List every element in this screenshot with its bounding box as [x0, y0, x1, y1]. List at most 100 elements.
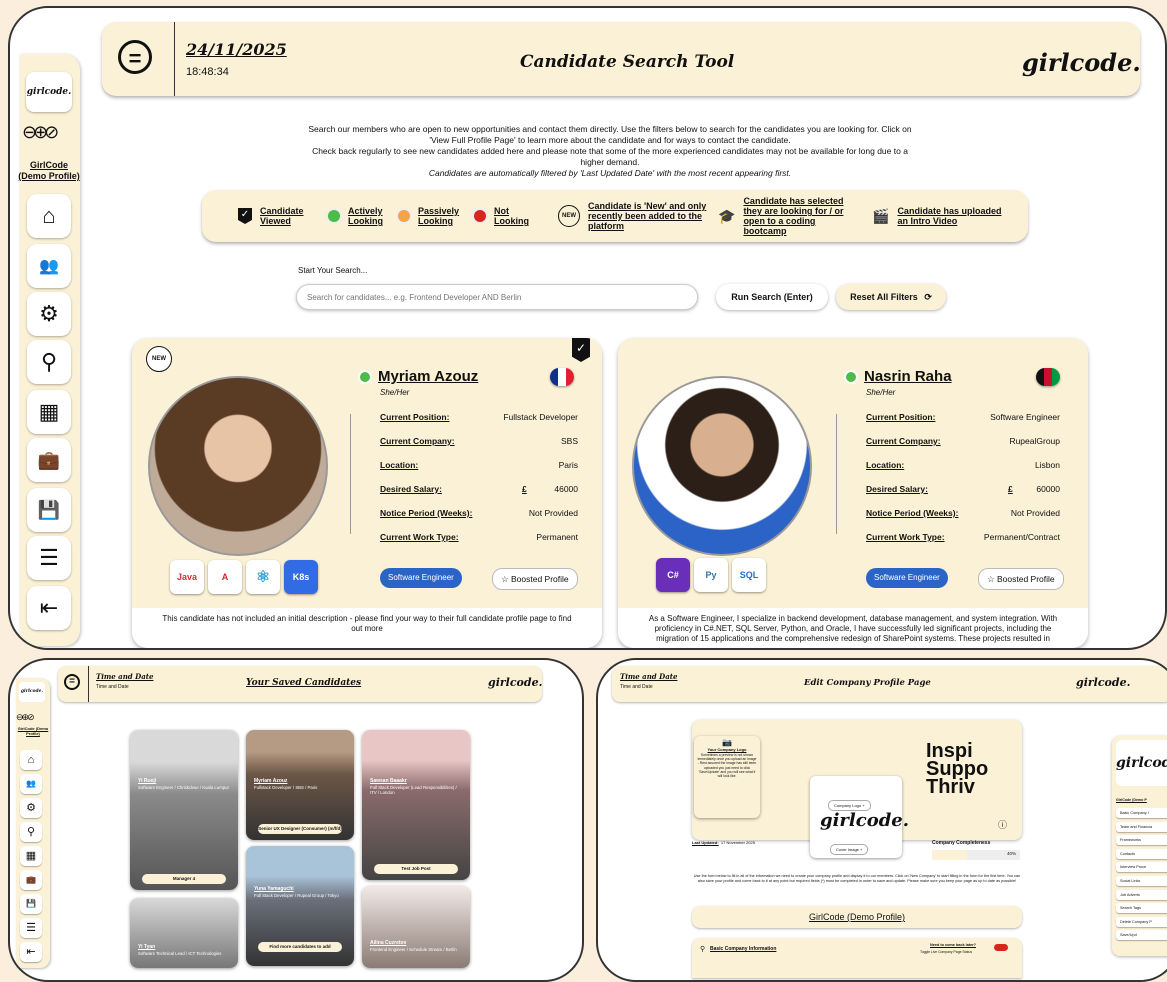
intro-note: Candidates are automatically filtered by…	[428, 168, 792, 178]
candidate-name[interactable]: Myriam Azouz	[378, 368, 478, 385]
calendar-icon[interactable]: ▦	[27, 390, 71, 434]
legend-viewed-label: Candidate Viewed	[260, 206, 304, 226]
camera-icon: 📷	[722, 738, 732, 747]
form-icon[interactable]: ☰	[27, 536, 71, 580]
edit-nav-item[interactable]: Interview Proce	[1116, 862, 1167, 873]
saved-candidate-tag[interactable]: Senior UX Designer (Consumer) (m/f/d)	[258, 824, 342, 834]
help-icon[interactable]: ⓘ	[998, 818, 1007, 831]
edit-nav-item[interactable]: Team and Financia	[1116, 821, 1167, 832]
edit-nav-profile[interactable]: GirlCode (Demo P	[1116, 798, 1147, 802]
reset-filters-label: Reset All Filters	[850, 292, 918, 302]
boosted-profile-button[interactable]: ☆ Boosted Profile	[978, 568, 1064, 590]
gear-icon[interactable]: ⚙	[20, 798, 42, 818]
home-icon[interactable]: ⌂	[27, 194, 71, 238]
company-logo-box[interactable]: 📷 Your Company Logo Sometimes a preview …	[694, 736, 760, 818]
form-icon[interactable]: ☰	[20, 918, 42, 938]
legend-new: NEW Candidate is 'New' and only recently…	[558, 190, 708, 242]
legend-video-label: Candidate has uploaded an Intro Video	[897, 206, 1002, 226]
save-icon[interactable]: 💾	[20, 894, 42, 914]
role-tag[interactable]: Software Engineer	[380, 568, 462, 588]
saved-candidate-name[interactable]: Sawsan Baaakr	[370, 778, 407, 784]
role-tag[interactable]: Software Engineer	[866, 568, 948, 588]
edit-nav-item[interactable]: Job Adverts	[1116, 889, 1167, 900]
saved-candidate-name[interactable]: Yi Rueji	[138, 778, 156, 784]
candidate-photo[interactable]	[148, 376, 328, 556]
menu-icon[interactable]: =	[64, 674, 80, 690]
card-divider	[350, 414, 351, 534]
candidate-photo[interactable]	[632, 376, 812, 556]
home-icon[interactable]: ⌂	[20, 750, 42, 770]
saved-candidate-card[interactable]: Myriam Azouz Fullstack Developer / SBS / …	[246, 730, 354, 840]
briefcase-icon[interactable]: 💼	[27, 438, 71, 482]
zoom-toggle-icon[interactable]: ⊖⊕⊘	[22, 122, 59, 143]
search-icon[interactable]: ⚲	[27, 340, 71, 384]
salary-value: 46000	[554, 484, 578, 494]
company-name-banner[interactable]: GirlCode (Demo Profile)	[692, 906, 1022, 928]
cover-image-button[interactable]: Cover Image +	[830, 844, 869, 855]
location-value: Paris	[558, 460, 578, 470]
menu-icon[interactable]: =	[118, 40, 152, 74]
logout-icon[interactable]: ⇤	[27, 586, 71, 630]
edit-nav-item[interactable]: Frameworks	[1116, 835, 1167, 846]
saved-candidate-card[interactable]: Yi Rueji Software Engineer / Chrisbdvue /…	[130, 730, 238, 890]
saved-candidate-card[interactable]: Yi Tyan Software Technical Lead / ICT Tec…	[130, 898, 238, 968]
saved-candidate-card[interactable]: Yuna Yamaguchi Full Stack Developer / Rup…	[246, 846, 354, 966]
edit-nav-item[interactable]: Contacts	[1116, 848, 1167, 859]
candidate-card[interactable]: Nasrin Raha She/Her Current Position: Sof…	[618, 338, 1088, 648]
saved-candidate-tag[interactable]: Test Job Post	[374, 864, 458, 874]
candidate-card[interactable]: NEW ✓ Myriam Azouz She/Her Current Posit…	[132, 338, 602, 648]
reset-filters-button[interactable]: Reset All Filters ⟳	[836, 284, 946, 310]
new-badge-icon: NEW	[146, 346, 172, 372]
brand-logo[interactable]: girlcode.	[1022, 48, 1141, 77]
saved-candidate-details: Software Technical Lead / ICT Technologi…	[138, 950, 222, 956]
saved-candidate-name[interactable]: Myriam Azouz	[254, 778, 287, 784]
edit-nav-item[interactable]: Save/Upd	[1116, 930, 1167, 941]
logo-preview: Company Logo + girlcode. Cover Image +	[810, 776, 909, 858]
saved-candidates-window: girlcode. ⊖⊕⊘ GirlCode (Demo Profile) ⌂ …	[8, 658, 584, 982]
boosted-label: Boosted Profile	[511, 574, 569, 584]
save-icon[interactable]: 💾	[27, 488, 71, 532]
edit-nav-item[interactable]: Social Links	[1116, 875, 1167, 886]
saved-candidate-card[interactable]: Sawsan Baaakr Full Stack Developer (Lead …	[362, 730, 470, 880]
run-search-button[interactable]: Run Search (Enter)	[716, 284, 828, 310]
live-status-toggle[interactable]	[994, 944, 1008, 951]
search-icon[interactable]: ⚲	[20, 822, 42, 842]
boosted-profile-button[interactable]: ☆ Boosted Profile	[492, 568, 578, 590]
legend-passive: Passively Looking	[398, 190, 460, 242]
briefcase-icon[interactable]: 💼	[20, 870, 42, 890]
saved-candidate-tag[interactable]: Manager 4	[142, 874, 226, 884]
add-user-icon[interactable]: 👥	[27, 244, 71, 288]
saved-candidate-card[interactable]: Ailina Cuzretov Frontend Engineer / Sched…	[362, 886, 470, 968]
search-input[interactable]	[296, 284, 698, 310]
edit-nav-item[interactable]: Basic Company I	[1116, 808, 1167, 818]
calendar-icon[interactable]: ▦	[20, 846, 42, 866]
saved-candidate-tag[interactable]: Find more candidates to add	[258, 942, 342, 952]
saved-candidate-name[interactable]: Ailina Cuzretov	[370, 940, 406, 946]
notice-value: Not Provided	[528, 508, 578, 518]
sidebar-logo[interactable]: girlcode.	[26, 72, 72, 112]
saved-candidate-name[interactable]: Yi Tyan	[138, 944, 155, 950]
position-value: Software Engineer	[990, 412, 1060, 422]
gear-icon[interactable]: ⚙	[27, 292, 71, 336]
completeness-fill	[932, 850, 968, 860]
logo-note: Sometimes a preview is not shown immedia…	[697, 753, 757, 779]
search-label: Start Your Search...	[298, 266, 368, 275]
mini-zoom-toggle-icon[interactable]: ⊖⊕⊘	[16, 712, 35, 723]
mini-profile-link[interactable]: GirlCode (Demo Profile)	[16, 726, 50, 736]
edit-nav-item[interactable]: Search Tags	[1116, 903, 1167, 914]
saved-candidate-details: Full Stack Developer (Lead Responsibilit…	[370, 784, 457, 796]
brand-logo[interactable]: girlcode.	[488, 676, 542, 689]
brand-logo[interactable]: girlcode.	[1076, 676, 1130, 689]
status-active-icon	[846, 372, 856, 382]
sidebar-profile-link[interactable]: GirlCode (Demo Profile)	[16, 160, 82, 182]
intro-line-1: Search our members who are open to new o…	[308, 124, 912, 145]
edit-nav-item[interactable]: Delete Company P	[1116, 916, 1167, 927]
saved-candidate-name[interactable]: Yuna Yamaguchi	[254, 886, 294, 892]
mini-sidebar-logo[interactable]: girlcode.	[19, 682, 45, 702]
add-user-icon[interactable]: 👥	[20, 774, 42, 794]
star-icon: ☆	[987, 574, 995, 584]
candidate-name[interactable]: Nasrin Raha	[864, 368, 952, 385]
edit-nav-logo[interactable]: girlcod	[1116, 740, 1167, 786]
sql-icon: SQL	[732, 558, 766, 592]
logout-icon[interactable]: ⇤	[20, 942, 42, 962]
